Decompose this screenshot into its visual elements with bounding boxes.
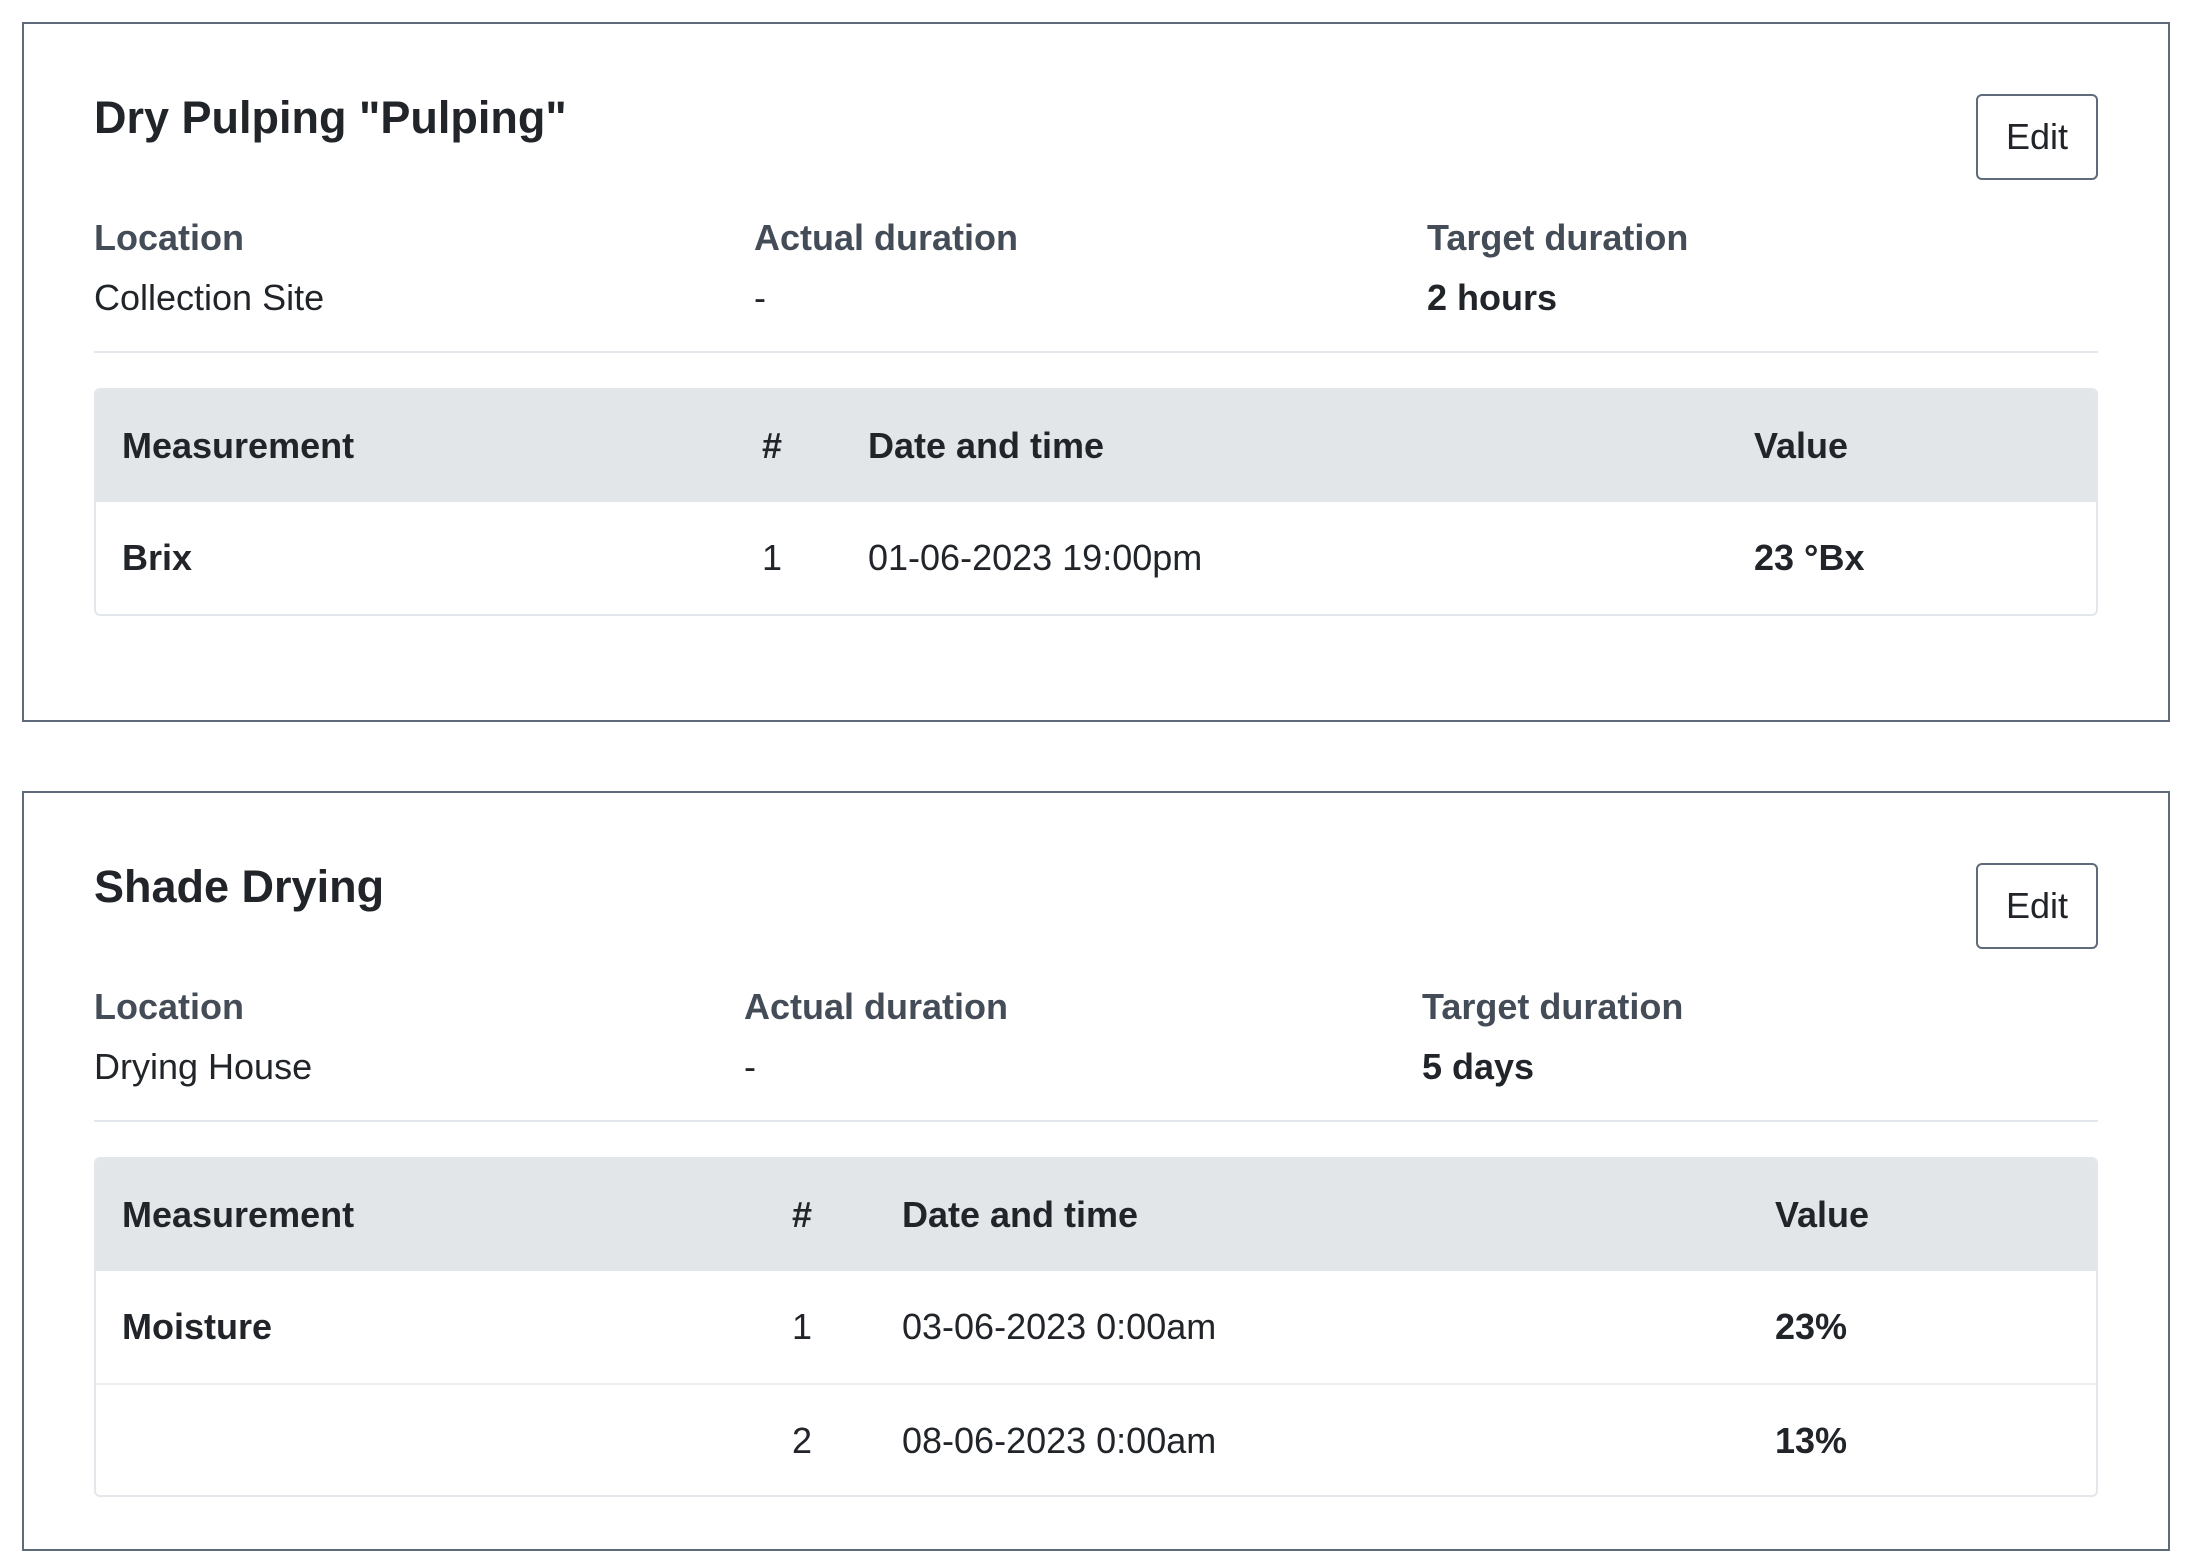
measurement-value: 13% — [1775, 1420, 1848, 1461]
location-field: Location Drying House — [94, 985, 312, 1089]
actual-duration-label: Actual duration — [754, 217, 1019, 258]
measurement-name: Brix — [122, 537, 193, 578]
stage-info-row: Location Collection Site Actual duration… — [94, 216, 2098, 346]
edit-button[interactable]: Edit — [1976, 94, 2098, 180]
measurement-value: 23% — [1775, 1306, 1848, 1347]
measurement-name: Moisture — [122, 1306, 273, 1347]
location-label: Location — [94, 217, 244, 258]
stage-card-shade-drying: Shade Drying Edit Location Drying House … — [22, 791, 2170, 1551]
header-datetime: Date and time — [902, 1194, 1139, 1235]
header-measurement: Measurement — [122, 1194, 355, 1235]
measurements-table: Measurement # Date and time Value Moistu… — [94, 1157, 2098, 1497]
header-measurement: Measurement — [122, 425, 355, 466]
table-row: Brix 1 01-06-2023 19:00pm 23 °Bx — [96, 502, 2096, 614]
measurement-number: 2 — [792, 1420, 813, 1461]
measurement-datetime: 03-06-2023 0:00am — [902, 1306, 1217, 1347]
measurement-number: 1 — [792, 1306, 813, 1347]
measurements-table: Measurement # Date and time Value Brix 1… — [94, 388, 2098, 616]
measurement-datetime: 01-06-2023 19:00pm — [868, 537, 1203, 578]
location-value: Drying House — [94, 1046, 313, 1087]
location-label: Location — [94, 986, 244, 1027]
header-datetime: Date and time — [868, 425, 1105, 466]
target-duration-label: Target duration — [1427, 217, 1689, 258]
target-duration-field: Target duration 5 days — [1422, 985, 1683, 1089]
divider — [94, 1120, 2098, 1122]
actual-duration-label: Actual duration — [744, 986, 1009, 1027]
header-number: # — [762, 425, 783, 466]
target-duration-value: 5 days — [1422, 1046, 1535, 1087]
target-duration-label: Target duration — [1422, 986, 1684, 1027]
target-duration-value: 2 hours — [1427, 277, 1558, 318]
header-value: Value — [1754, 425, 1849, 466]
location-field: Location Collection Site — [94, 216, 324, 320]
header-number: # — [792, 1194, 813, 1235]
edit-button[interactable]: Edit — [1976, 863, 2098, 949]
measurement-datetime: 08-06-2023 0:00am — [902, 1420, 1217, 1461]
table-row: Moisture 1 03-06-2023 0:00am 23% — [96, 1271, 2096, 1383]
measurement-value: 23 °Bx — [1754, 537, 1865, 578]
actual-duration-field: Actual duration - — [744, 985, 1008, 1089]
target-duration-field: Target duration 2 hours — [1427, 216, 1688, 320]
stage-title: Shade Drying — [94, 861, 385, 912]
actual-duration-field: Actual duration - — [754, 216, 1018, 320]
actual-duration-value: - — [744, 1046, 756, 1087]
stage-card-dry-pulping: Dry Pulping "Pulping" Edit Location Coll… — [22, 22, 2170, 722]
table-header: Measurement # Date and time Value — [96, 1159, 2096, 1271]
actual-duration-value: - — [754, 277, 766, 318]
divider — [94, 351, 2098, 353]
header-value: Value — [1775, 1194, 1870, 1235]
measurement-number: 1 — [762, 537, 783, 578]
table-header: Measurement # Date and time Value — [96, 390, 2096, 502]
table-row: 2 08-06-2023 0:00am 13% — [96, 1383, 2096, 1495]
stage-info-row: Location Drying House Actual duration - … — [94, 985, 2098, 1115]
stage-title: Dry Pulping "Pulping" — [94, 92, 567, 143]
location-value: Collection Site — [94, 277, 325, 318]
